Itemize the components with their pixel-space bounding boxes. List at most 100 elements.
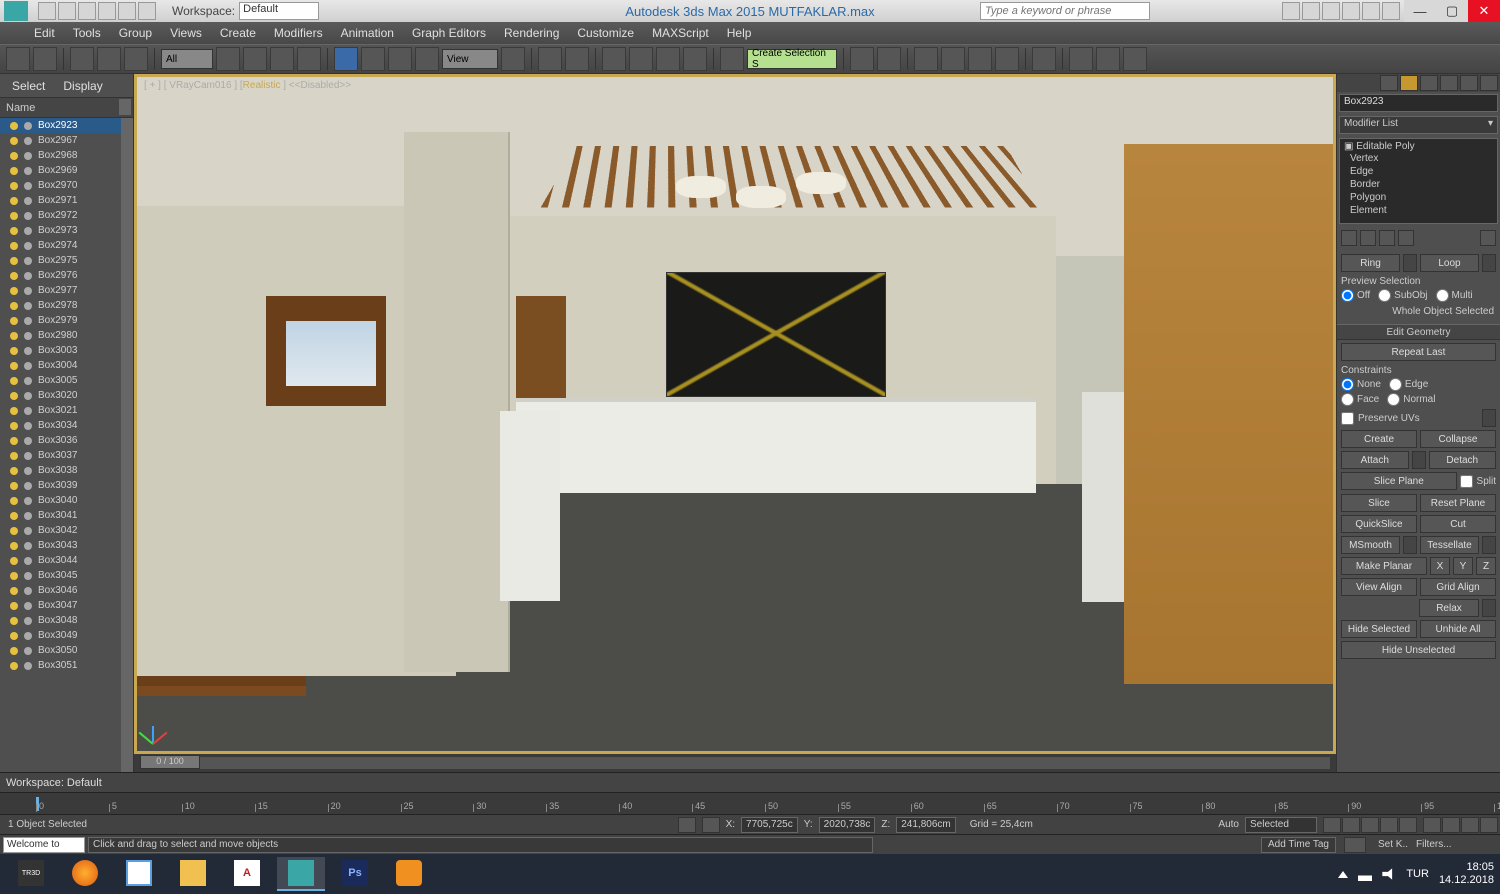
planar-x[interactable]: X (1430, 557, 1450, 575)
create-button[interactable]: Create (1341, 430, 1417, 448)
tessellate-button[interactable]: Tessellate (1420, 536, 1479, 554)
taskbar-3dsmax[interactable] (277, 857, 325, 891)
angle-snap-icon[interactable] (629, 47, 653, 71)
named-sel-edit-icon[interactable] (720, 47, 744, 71)
quickslice-button[interactable]: QuickSlice (1341, 515, 1417, 533)
undo-icon[interactable] (6, 47, 30, 71)
pin-stack-icon[interactable] (1341, 230, 1357, 246)
tab-motion-icon[interactable] (1440, 75, 1458, 91)
signin-icon[interactable] (1282, 2, 1300, 20)
radio-subobj[interactable]: SubObj (1378, 289, 1427, 302)
menu-help[interactable]: Help (727, 26, 752, 40)
bind-icon[interactable] (124, 47, 148, 71)
object-item[interactable]: Box3040 (0, 493, 133, 508)
configure-sets-icon[interactable] (1480, 230, 1496, 246)
object-item[interactable]: Box3037 (0, 448, 133, 463)
community-icon[interactable] (1362, 2, 1380, 20)
qat-save-icon[interactable] (78, 2, 96, 20)
relax-settings[interactable] (1482, 599, 1496, 617)
constraint-edge[interactable]: Edge (1389, 378, 1428, 391)
tray-up-icon[interactable] (1338, 871, 1348, 878)
zoom-extents-icon[interactable] (1461, 817, 1479, 833)
x-coord-field[interactable]: 7705,725c (741, 817, 798, 833)
close-button[interactable]: ✕ (1468, 0, 1500, 22)
object-list[interactable]: Box2923Box2967Box2968Box2969Box2970Box29… (0, 118, 133, 772)
workspace-dropdown[interactable]: Default (239, 2, 319, 20)
tab-modify-icon[interactable] (1400, 75, 1418, 91)
object-item[interactable]: Box3047 (0, 598, 133, 613)
tray-network-icon[interactable] (1358, 867, 1372, 881)
maxscript-listener[interactable] (3, 837, 85, 853)
object-item[interactable]: Box3043 (0, 538, 133, 553)
link-icon[interactable] (70, 47, 94, 71)
time-slider-knob[interactable]: 0 / 100 (140, 755, 200, 769)
goto-start-icon[interactable] (1323, 817, 1341, 833)
relax-button[interactable]: Relax (1419, 599, 1479, 617)
ring-button[interactable]: Ring (1341, 254, 1400, 272)
object-item[interactable]: Box2969 (0, 163, 133, 178)
material-editor-icon[interactable] (1032, 47, 1056, 71)
radio-off[interactable]: Off (1341, 289, 1370, 302)
view-align-button[interactable]: View Align (1341, 578, 1417, 596)
pivot-icon[interactable] (501, 47, 525, 71)
grid-align-button[interactable]: Grid Align (1420, 578, 1496, 596)
menu-grapheditors[interactable]: Graph Editors (412, 26, 486, 40)
tab-create-icon[interactable] (1380, 75, 1398, 91)
radio-multi[interactable]: Multi (1436, 289, 1473, 302)
menu-create[interactable]: Create (220, 26, 256, 40)
stack-polygon[interactable]: Polygon (1350, 191, 1493, 204)
help-search-input[interactable] (980, 2, 1150, 20)
make-planar-button[interactable]: Make Planar (1341, 557, 1427, 575)
taskbar-explorer[interactable] (169, 857, 217, 891)
msmooth-settings[interactable] (1403, 536, 1417, 554)
object-item[interactable]: Box3046 (0, 583, 133, 598)
object-item[interactable]: Box3044 (0, 553, 133, 568)
track-bar[interactable]: 0510152025303540455055606570758085909510… (0, 792, 1500, 814)
qat-new-icon[interactable] (38, 2, 56, 20)
collapse-button[interactable]: Collapse (1420, 430, 1496, 448)
loop-button[interactable]: Loop (1420, 254, 1479, 272)
hide-unselected-button[interactable]: Hide Unselected (1341, 641, 1496, 659)
object-item[interactable]: Box3041 (0, 508, 133, 523)
window-crossing-icon[interactable] (297, 47, 321, 71)
menu-customize[interactable]: Customize (577, 26, 634, 40)
attach-button[interactable]: Attach (1341, 451, 1409, 469)
taskbar-photoshop[interactable]: Ps (331, 857, 379, 891)
object-item[interactable]: Box3051 (0, 658, 133, 673)
tray-clock[interactable]: 18:05 14.12.2018 (1439, 861, 1494, 887)
setkey-label[interactable]: Set K.. (1378, 839, 1408, 850)
select-name-icon[interactable] (243, 47, 267, 71)
selection-filter-dropdown[interactable]: All (161, 49, 213, 69)
menu-group[interactable]: Group (119, 26, 152, 40)
scene-explorer-icon[interactable] (941, 47, 965, 71)
msmooth-button[interactable]: MSmooth (1341, 536, 1400, 554)
loop-spinner[interactable] (1482, 254, 1496, 272)
next-frame-icon[interactable] (1380, 817, 1398, 833)
manipulate-icon[interactable] (538, 47, 562, 71)
layers-icon[interactable] (914, 47, 938, 71)
favorite-icon[interactable] (1342, 2, 1360, 20)
repeat-last-button[interactable]: Repeat Last (1341, 343, 1496, 361)
unlink-icon[interactable] (97, 47, 121, 71)
object-item[interactable]: Box3005 (0, 373, 133, 388)
tray-volume-icon[interactable] (1382, 867, 1396, 881)
object-item[interactable]: Box3034 (0, 418, 133, 433)
object-item[interactable]: Box2923 (0, 118, 133, 133)
object-item[interactable]: Box3003 (0, 343, 133, 358)
preserve-uvs-settings[interactable] (1482, 409, 1496, 427)
stack-border[interactable]: Border (1350, 178, 1493, 191)
taskbar-autocad[interactable]: A (223, 857, 271, 891)
viewport-label[interactable]: [ + ] [ VRayCam016 ] [Realistic ] <<Disa… (144, 80, 351, 91)
edit-geometry-rollout[interactable]: Edit Geometry (1337, 324, 1500, 340)
object-item[interactable]: Box2976 (0, 268, 133, 283)
stack-editable-poly[interactable]: Editable Poly (1356, 141, 1414, 152)
planar-y[interactable]: Y (1453, 557, 1473, 575)
tab-display-icon[interactable] (1460, 75, 1478, 91)
named-selection-dropdown[interactable]: Create Selection S (747, 49, 837, 69)
reset-plane-button[interactable]: Reset Plane (1420, 494, 1496, 512)
object-item[interactable]: Box3020 (0, 388, 133, 403)
object-item[interactable]: Box3038 (0, 463, 133, 478)
spinner-snap-icon[interactable] (683, 47, 707, 71)
qat-redo-icon[interactable] (118, 2, 136, 20)
object-item[interactable]: Box3049 (0, 628, 133, 643)
